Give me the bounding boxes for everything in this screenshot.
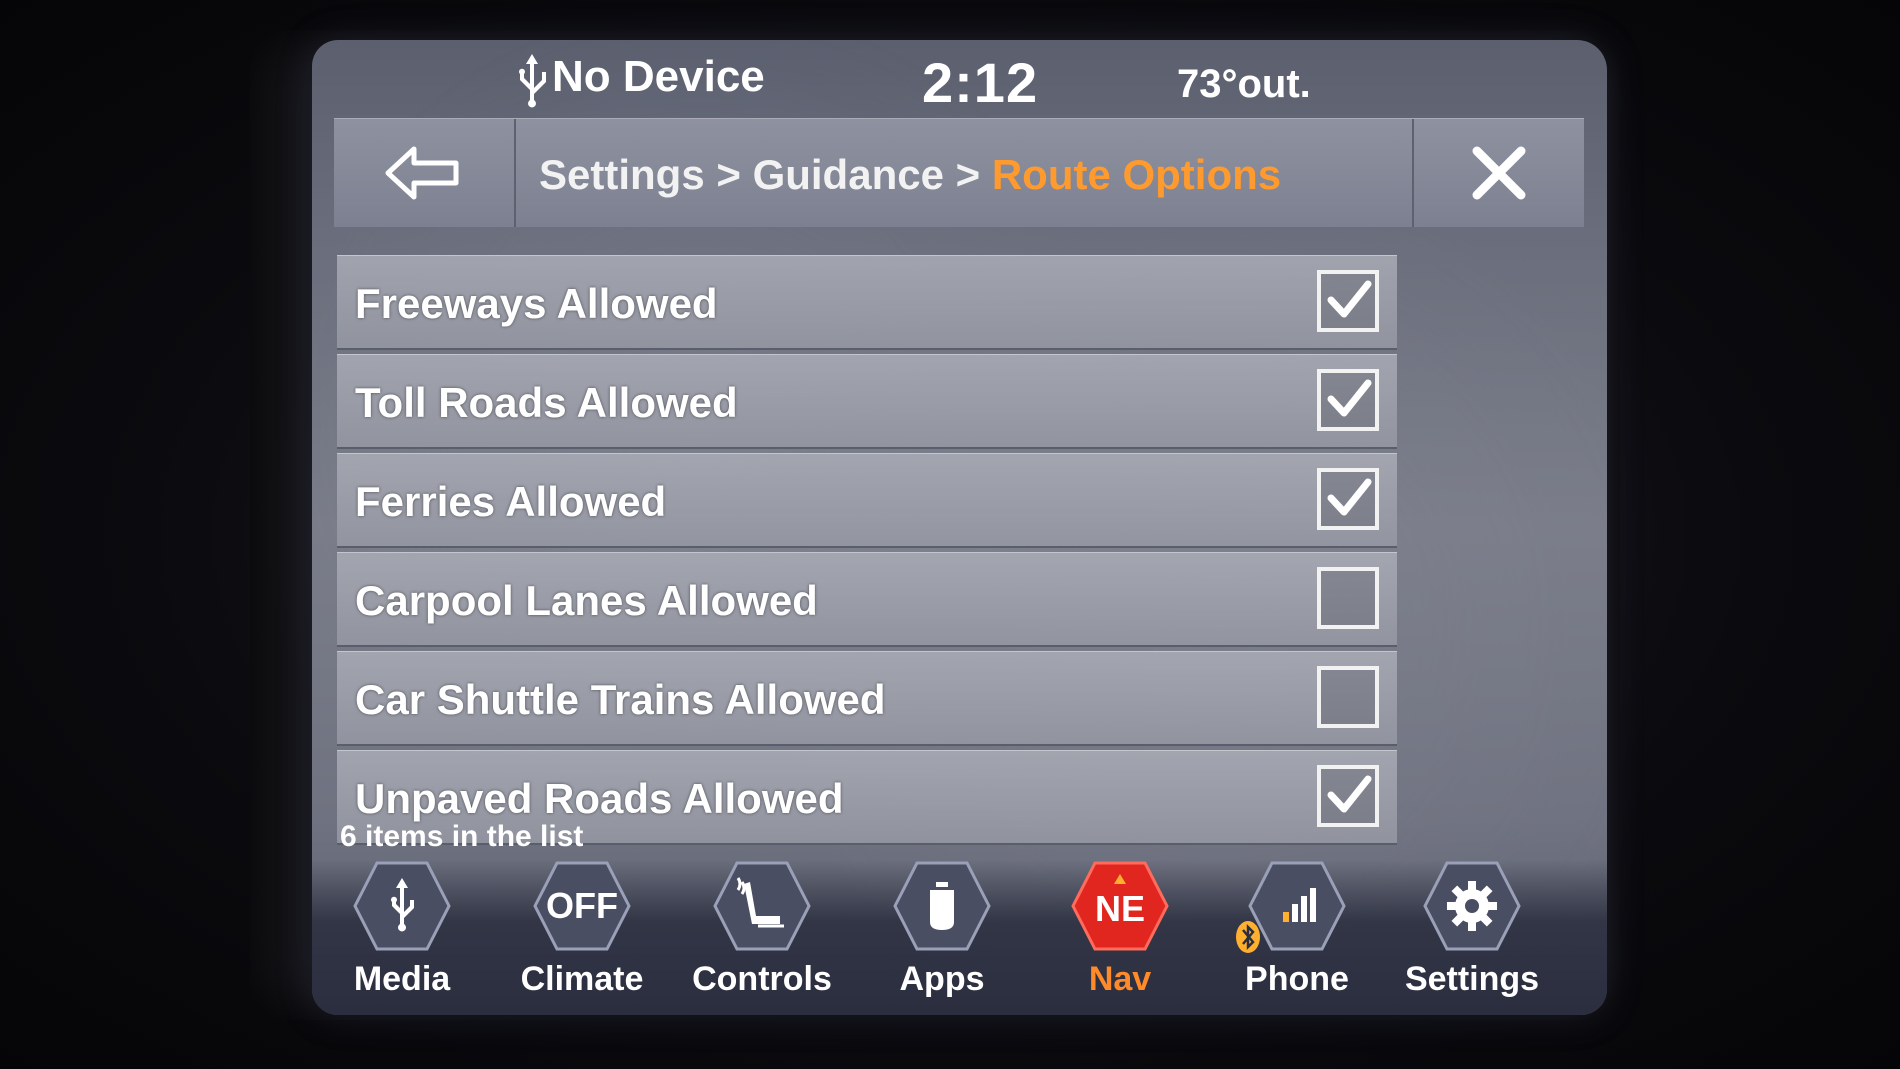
nav-phone-button[interactable]: Phone (1217, 860, 1377, 1010)
breadcrumb-guidance[interactable]: Guidance (753, 151, 944, 198)
nav-label: Apps (899, 960, 985, 998)
car-shuttle-trains-checkbox[interactable] (1317, 666, 1379, 728)
compass-heading: NE (1094, 888, 1145, 929)
back-button[interactable] (334, 119, 516, 227)
close-icon (1472, 146, 1526, 200)
usb-icon (512, 50, 552, 110)
option-label: Unpaved Roads Allowed (355, 775, 844, 822)
breadcrumb: Settings > Guidance > Route Options (539, 151, 1281, 199)
signal-strength-icon (1248, 861, 1346, 951)
close-button[interactable] (1412, 119, 1584, 227)
option-label: Toll Roads Allowed (355, 379, 738, 426)
list-item-toll-roads[interactable]: Toll Roads Allowed (337, 354, 1397, 449)
unpaved-roads-checkbox[interactable] (1317, 765, 1379, 827)
option-label: Freeways Allowed (355, 280, 718, 327)
bluetooth-icon (1236, 921, 1260, 953)
option-label: Car Shuttle Trains Allowed (355, 676, 886, 723)
checkmark-icon (1327, 775, 1372, 813)
option-label: Carpool Lanes Allowed (355, 577, 818, 624)
breadcrumb-separator: > (943, 151, 992, 198)
nav-settings-button[interactable]: Settings (1392, 860, 1552, 1010)
route-options-list: Freeways Allowed Toll Roads Allowed Ferr… (337, 255, 1397, 849)
ferries-checkbox[interactable] (1317, 468, 1379, 530)
list-item-ferries[interactable]: Ferries Allowed (337, 453, 1397, 548)
breadcrumb-route-options: Route Options (991, 151, 1282, 198)
bottom-nav-bar: Media OFF Climate Controls Apps NE Nav P… (312, 860, 1607, 1015)
option-label: Ferries Allowed (355, 478, 667, 525)
nav-media-button[interactable]: Media (322, 860, 482, 1010)
nav-controls-button[interactable]: Controls (682, 860, 842, 1010)
toll-roads-checkbox[interactable] (1317, 369, 1379, 431)
back-arrow-icon (385, 146, 459, 200)
infotainment-screen: No Device 2:12 73°out. Settings > Guidan… (312, 40, 1607, 1015)
nav-label: Media (353, 960, 451, 998)
carpool-lanes-checkbox[interactable] (1317, 567, 1379, 629)
checkmark-icon (1327, 280, 1372, 318)
nav-label: Settings (1404, 960, 1540, 998)
header-bar: Settings > Guidance > Route Options (334, 118, 1584, 227)
clock: 2:12 (922, 51, 1039, 114)
nav-label: Nav (1088, 960, 1152, 998)
breadcrumb-settings[interactable]: Settings (539, 151, 705, 198)
device-status: No Device (552, 52, 765, 101)
media-usb-icon (353, 861, 451, 951)
list-item-carpool-lanes[interactable]: Carpool Lanes Allowed (337, 552, 1397, 647)
apps-icon (893, 861, 991, 951)
nav-apps-button[interactable]: Apps (862, 860, 1022, 1010)
nav-label: Climate (520, 960, 644, 998)
list-item-car-shuttle-trains[interactable]: Car Shuttle Trains Allowed (337, 651, 1397, 746)
checkmark-icon (1327, 478, 1372, 516)
breadcrumb-separator: > (704, 151, 753, 198)
list-item-freeways[interactable]: Freeways Allowed (337, 255, 1397, 350)
gear-icon (1423, 861, 1521, 951)
seat-controls-icon (713, 861, 811, 951)
nav-climate-button[interactable]: OFF Climate (502, 860, 662, 1010)
outside-temperature: 73°out. (1177, 62, 1311, 106)
nav-nav-button[interactable]: NE Nav (1040, 860, 1200, 1010)
nav-label: Phone (1245, 960, 1349, 998)
checkmark-icon (1327, 379, 1372, 417)
list-count: 6 items in the list (340, 820, 584, 853)
status-bar: No Device 2:12 73°out. (312, 40, 1607, 120)
nav-label: Controls (692, 960, 832, 998)
climate-off-badge: OFF (546, 885, 618, 926)
freeways-checkbox[interactable] (1317, 270, 1379, 332)
